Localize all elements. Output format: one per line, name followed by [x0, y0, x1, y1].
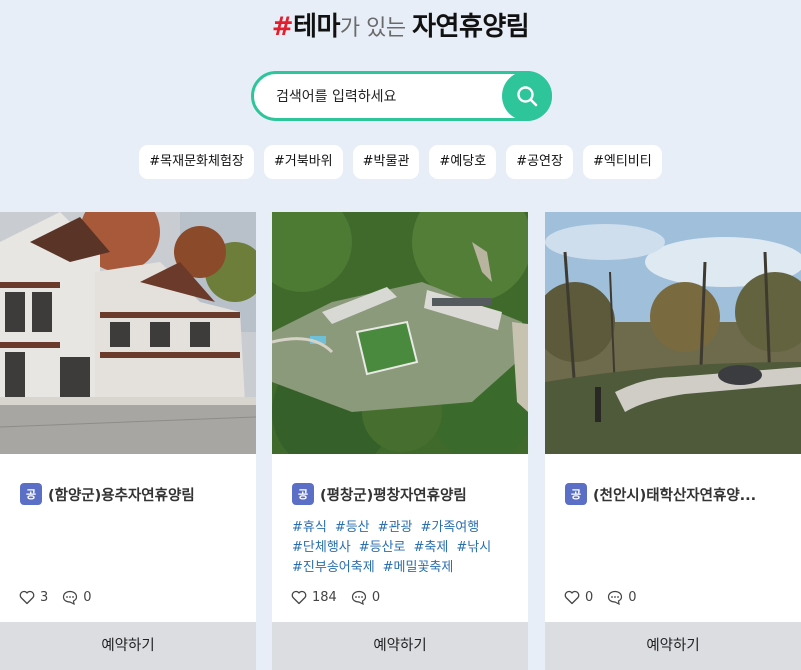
like-count: 0	[585, 590, 594, 605]
reserve-button[interactable]: 예약하기	[0, 622, 256, 670]
forest-hashtags: #휴식 #등산 #관광 #가족여행 #단체행사 #등산로 #축제 #낚시 #진부송어축제 #메…	[292, 518, 514, 578]
heart-icon[interactable]	[291, 590, 307, 605]
public-badge: 공	[20, 483, 42, 505]
public-badge: 공	[565, 483, 587, 505]
forest-photo[interactable]	[272, 212, 528, 454]
reserve-button[interactable]: 예약하기	[545, 622, 801, 670]
forest-stats: 184 0	[291, 590, 394, 605]
like-count: 184	[312, 590, 337, 605]
hashtag[interactable]: #관광	[378, 520, 413, 535]
title-forest: 자연휴양림	[412, 12, 530, 42]
reserve-button[interactable]: 예약하기	[272, 622, 528, 670]
forest-stats: 0 0	[564, 590, 651, 605]
forest-name[interactable]: (천안시)태학산자연휴양...	[593, 484, 756, 505]
hashtag[interactable]: #메밀꽃축제	[383, 560, 454, 575]
hashtag[interactable]: #등산	[335, 520, 370, 535]
forest-card[interactable]: 공 (함양군)용추자연휴양림 3 0 예약하기	[0, 212, 256, 670]
tag-yedang-lake[interactable]: #예당호	[429, 145, 497, 179]
heart-icon[interactable]	[19, 590, 35, 605]
comment-icon[interactable]	[607, 590, 623, 605]
public-badge: 공	[292, 483, 314, 505]
hashtag[interactable]: #등산로	[359, 540, 406, 555]
forest-stats: 3 0	[19, 590, 106, 605]
forest-name-row: 공 (평창군)평창자연휴양림	[292, 483, 518, 505]
heart-icon[interactable]	[564, 590, 580, 605]
comment-count: 0	[83, 590, 92, 605]
tag-activity[interactable]: #엑티비티	[582, 145, 662, 179]
forest-photo[interactable]	[0, 212, 256, 454]
tag-turtle-rock[interactable]: #거북바위	[263, 145, 343, 179]
forest-card[interactable]: 공 (천안시)태학산자연휴양... 0 0 예약하기	[545, 212, 801, 670]
hashtag[interactable]: #낚시	[456, 540, 491, 555]
search-input[interactable]	[274, 74, 498, 120]
forest-name[interactable]: (평창군)평창자연휴양림	[320, 484, 467, 505]
comment-icon[interactable]	[351, 590, 367, 605]
tag-museum[interactable]: #박물관	[352, 145, 420, 179]
like-count: 3	[40, 590, 49, 605]
forest-name-row: 공 (천안시)태학산자연휴양...	[565, 483, 791, 505]
page-title: #테마가 있는 자연휴양림	[0, 6, 801, 43]
forest-name[interactable]: (함양군)용추자연휴양림	[48, 484, 195, 505]
tag-list: #목재문화체험장 #거북바위 #박물관 #예당호 #공연장 #엑티비티	[0, 145, 801, 179]
hashtag[interactable]: #가족여행	[420, 520, 479, 535]
comment-count: 0	[371, 590, 381, 605]
search-box	[251, 71, 552, 121]
comment-count: 0	[628, 590, 637, 605]
forest-card[interactable]: 공 (평창군)평창자연휴양림 #휴식 #등산 #관광 #가족여행 #단체행사 #등산로 #…	[272, 212, 528, 670]
hashtag[interactable]: #진부송어축제	[292, 560, 375, 575]
title-hash: #	[271, 12, 294, 42]
title-theme: 테마	[293, 12, 340, 42]
search-icon	[517, 86, 538, 107]
forest-name-row: 공 (함양군)용추자연휴양림	[20, 483, 246, 505]
hashtag[interactable]: #단체행사	[292, 540, 351, 555]
tag-concert-hall[interactable]: #공연장	[506, 145, 573, 179]
hashtag[interactable]: #휴식	[292, 520, 327, 535]
search-button[interactable]	[502, 71, 552, 121]
tag-wood-culture[interactable]: #목재문화체험장	[139, 145, 254, 179]
forest-photo[interactable]	[545, 212, 801, 454]
comment-icon[interactable]	[62, 590, 78, 605]
title-connector: 가 있는	[339, 16, 413, 41]
hashtag[interactable]: #축제	[414, 540, 449, 555]
